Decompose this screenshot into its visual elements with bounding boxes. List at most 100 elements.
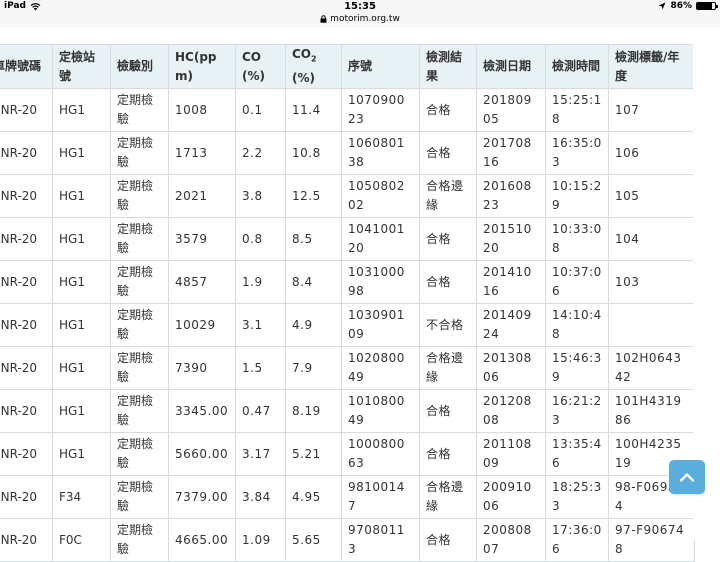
- cell-serial: 98100147: [341, 475, 420, 519]
- cell-inspection-type: 定期檢驗: [110, 88, 169, 132]
- header-inspection-type: 檢驗別: [110, 44, 169, 89]
- cell-inspection-type: 定期檢驗: [110, 260, 169, 304]
- cell-inspection-type: 定期檢驗: [110, 389, 169, 433]
- cell-hc: 4857: [168, 260, 236, 304]
- address-bar[interactable]: motorim.org.tw: [0, 14, 720, 24]
- cell-result: 合格: [419, 88, 477, 132]
- cell-label-year: 106: [608, 131, 695, 175]
- cell-result: 合格: [419, 432, 477, 476]
- cell-co2: 7.9: [285, 346, 342, 390]
- cell-inspection-type: 定期檢驗: [110, 131, 169, 175]
- cell-result: 合格邊緣: [419, 346, 477, 390]
- cell-plate: 3NR-20: [0, 303, 53, 347]
- cell-co2: 12.5: [285, 174, 342, 218]
- cell-plate: 3NR-20: [0, 432, 53, 476]
- cell-co2: 11.4: [285, 88, 342, 132]
- back-to-top-button[interactable]: [669, 460, 705, 494]
- cell-date: 20110809: [476, 432, 546, 476]
- cell-serial: 102080049: [341, 346, 420, 390]
- cell-station: HG1: [52, 432, 111, 476]
- cell-time: 17:36:06: [545, 518, 609, 562]
- table-row: 3NR-20HG1定期檢驗100293.14.9103090109不合格2014…: [0, 303, 695, 347]
- cell-serial: 103100098: [341, 260, 420, 304]
- cell-plate: 3NR-20: [0, 174, 53, 218]
- cell-co2: 10.8: [285, 131, 342, 175]
- cell-co2: 5.21: [285, 432, 342, 476]
- cell-station: F34: [52, 475, 111, 519]
- cell-result: 合格: [419, 217, 477, 261]
- header-co2: CO2(%): [285, 44, 342, 89]
- cell-station: HG1: [52, 217, 111, 261]
- table-row: 3NR-20HG1定期檢驗35790.88.5104100120合格201510…: [0, 217, 695, 261]
- cell-co2: 4.9: [285, 303, 342, 347]
- cell-label-year: 101H431986: [608, 389, 695, 433]
- cell-result: 合格邊緣: [419, 174, 477, 218]
- table-row: 3NR-20HG1定期檢驗3345.000.478.19101080049合格2…: [0, 389, 695, 433]
- cell-plate: 3NR-20: [0, 260, 53, 304]
- cell-co: 0.1: [235, 88, 286, 132]
- cell-co: 3.84: [235, 475, 286, 519]
- inspection-table-container: 車牌號碼 定檢站號 檢驗別 HC(ppm) CO(%) CO2(%) 序號 檢測…: [0, 44, 695, 562]
- cell-inspection-type: 定期檢驗: [110, 346, 169, 390]
- cell-inspection-type: 定期檢驗: [110, 174, 169, 218]
- cell-serial: 97080113: [341, 518, 420, 562]
- table-header-row: 車牌號碼 定檢站號 檢驗別 HC(ppm) CO(%) CO2(%) 序號 檢測…: [0, 44, 695, 89]
- cell-hc: 7379.00: [168, 475, 236, 519]
- cell-co: 2.2: [235, 131, 286, 175]
- cell-inspection-type: 定期檢驗: [110, 475, 169, 519]
- cell-date: 20160823: [476, 174, 546, 218]
- cell-serial: 103090109: [341, 303, 420, 347]
- battery-icon: [696, 2, 718, 10]
- cell-station: HG1: [52, 346, 111, 390]
- cell-station: HG1: [52, 131, 111, 175]
- cell-co: 1.9: [235, 260, 286, 304]
- cell-serial: 100080063: [341, 432, 420, 476]
- cell-result: 合格: [419, 518, 477, 562]
- cell-inspection-type: 定期檢驗: [110, 432, 169, 476]
- cell-station: HG1: [52, 88, 111, 132]
- cell-date: 20140924: [476, 303, 546, 347]
- cell-label-year: 104: [608, 217, 695, 261]
- cell-station: HG1: [52, 174, 111, 218]
- cell-label-year: 102H064342: [608, 346, 695, 390]
- table-row: 3NR-20HG1定期檢驗73901.57.9102080049合格邊緣2013…: [0, 346, 695, 390]
- cell-serial: 107090023: [341, 88, 420, 132]
- chevron-up-icon: [679, 473, 695, 482]
- cell-station: HG1: [52, 303, 111, 347]
- cell-hc: 7390: [168, 346, 236, 390]
- cell-time: 18:25:33: [545, 475, 609, 519]
- cell-co: 3.8: [235, 174, 286, 218]
- inspection-table: 車牌號碼 定檢站號 檢驗別 HC(ppm) CO(%) CO2(%) 序號 檢測…: [0, 44, 695, 562]
- cell-hc: 2021: [168, 174, 236, 218]
- cell-plate: 3NR-20: [0, 217, 53, 261]
- cell-co: 0.8: [235, 217, 286, 261]
- cell-serial: 105080202: [341, 174, 420, 218]
- cell-co2: 5.65: [285, 518, 342, 562]
- status-bar: iPad 15:35 motorim.org.tw 86%: [0, 0, 720, 28]
- cell-date: 20180905: [476, 88, 546, 132]
- cell-co2: 4.95: [285, 475, 342, 519]
- table-row: 3NR-20F34定期檢驗7379.003.844.9598100147合格邊緣…: [0, 475, 695, 519]
- lock-icon: [320, 15, 327, 23]
- cell-plate: 3NR-20: [0, 346, 53, 390]
- cell-time: 13:35:46: [545, 432, 609, 476]
- cell-plate: 3NR-20: [0, 475, 53, 519]
- cell-co: 1.09: [235, 518, 286, 562]
- cell-hc: 3579: [168, 217, 236, 261]
- cell-result: 不合格: [419, 303, 477, 347]
- cell-co2: 8.19: [285, 389, 342, 433]
- clock: 15:35: [344, 1, 376, 12]
- cell-time: 14:10:48: [545, 303, 609, 347]
- cell-hc: 4665.00: [168, 518, 236, 562]
- cell-label-year: 103: [608, 260, 695, 304]
- cell-co: 1.5: [235, 346, 286, 390]
- cell-label-year: [608, 303, 695, 347]
- table-row: 3NR-20HG1定期檢驗10080.111.4107090023合格20180…: [0, 88, 695, 132]
- cell-serial: 104100120: [341, 217, 420, 261]
- cell-plate: 3NR-20: [0, 131, 53, 175]
- status-right: 86%: [658, 1, 718, 11]
- cell-label-year: 105: [608, 174, 695, 218]
- cell-time: 16:21:23: [545, 389, 609, 433]
- cell-co: 3.1: [235, 303, 286, 347]
- cell-date: 20151020: [476, 217, 546, 261]
